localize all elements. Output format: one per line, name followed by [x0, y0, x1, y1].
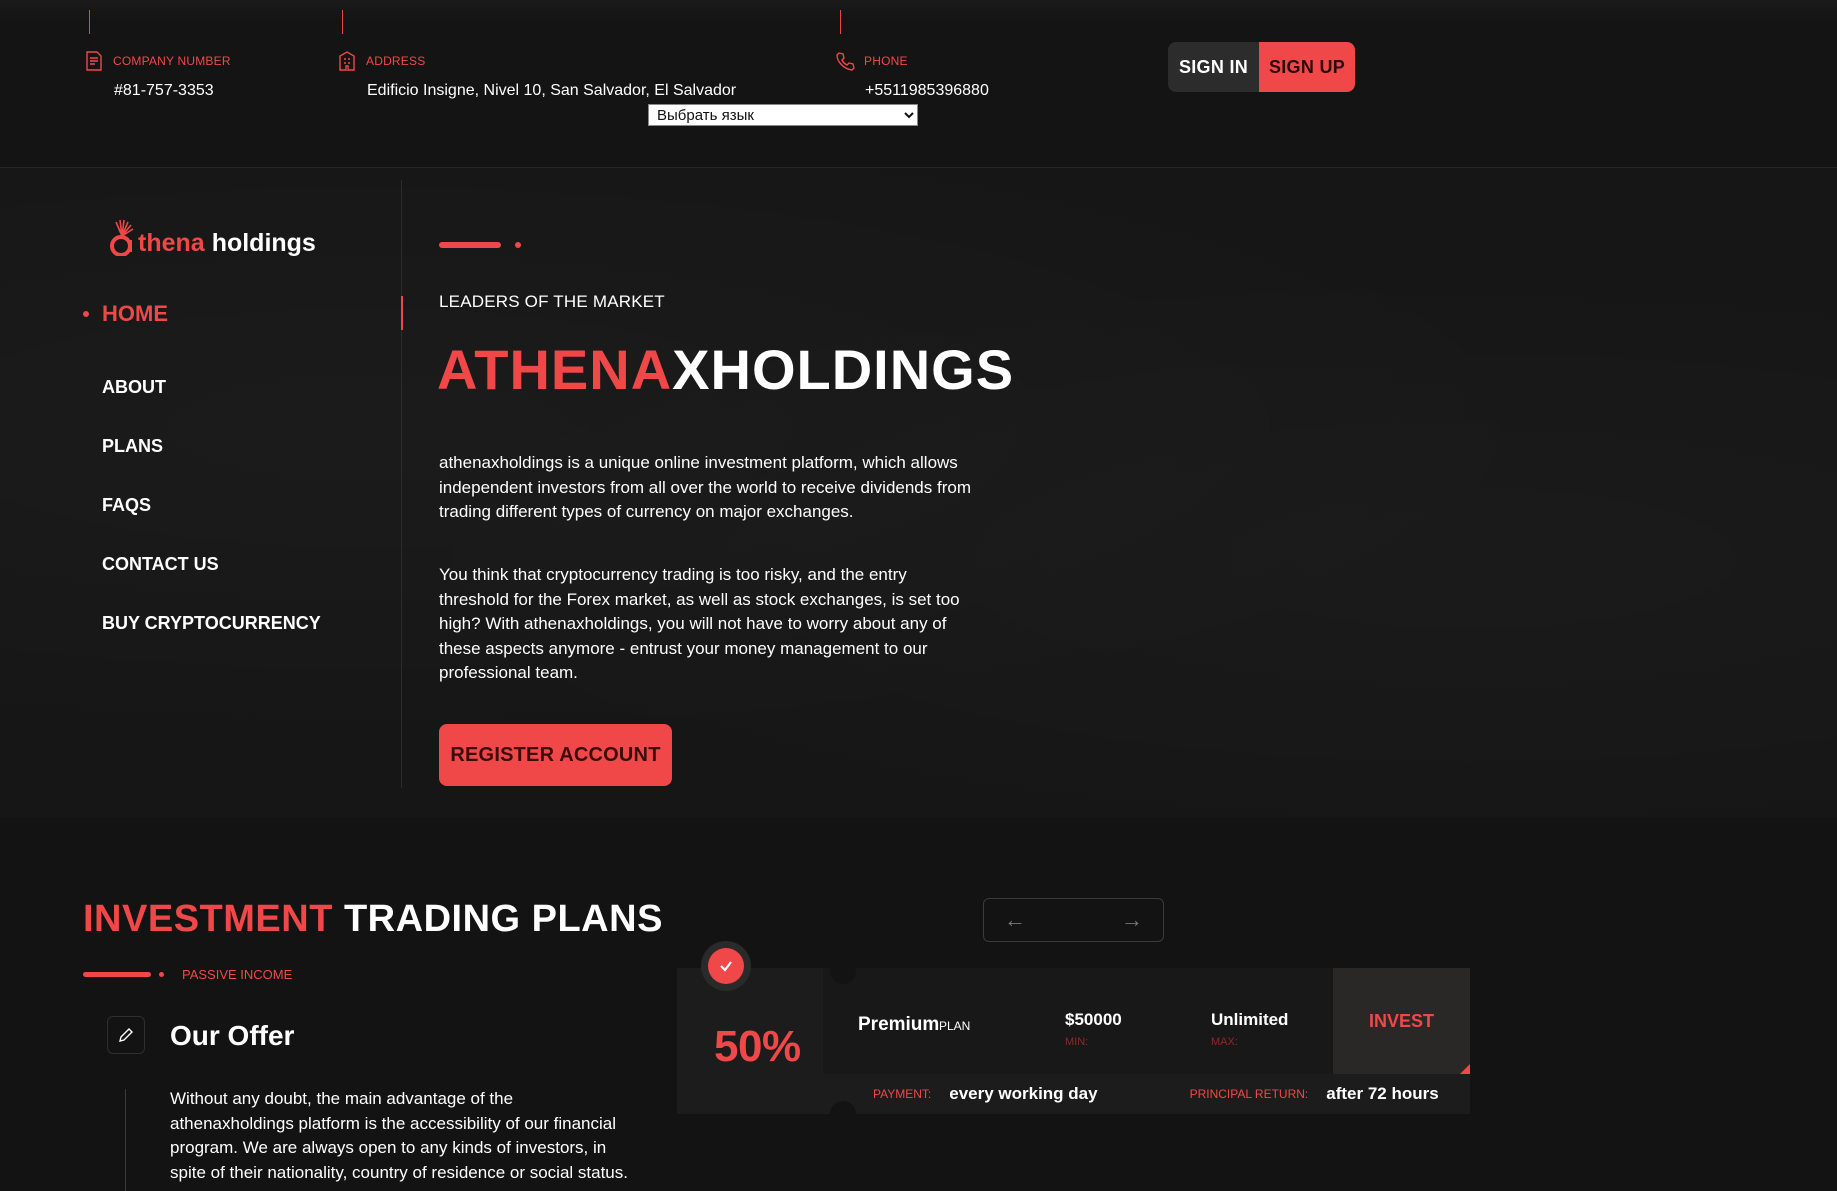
plan-details: Premium PLAN $50000 MIN: Unlimited MAX: …	[823, 968, 1470, 1074]
company-number-value: #81-757-3353	[114, 82, 214, 99]
phone-label: PHONE	[864, 54, 908, 68]
language-select[interactable]: Выбрать язык	[648, 104, 918, 126]
brand-logo[interactable]: thena holdings	[106, 216, 316, 256]
arrow-right-icon[interactable]: →	[1121, 907, 1143, 933]
plan-name: Premium	[858, 1014, 940, 1035]
passive-income-tag: PASSIVE INCOME	[83, 967, 292, 982]
plan-min-label: MIN:	[1065, 1036, 1089, 1048]
passive-income-label: PASSIVE INCOME	[182, 967, 293, 982]
plans-title: INVESTMENT TRADING PLANS	[83, 900, 663, 938]
register-account-button[interactable]: REGISTER ACCOUNT	[439, 724, 672, 786]
building-icon	[339, 51, 355, 71]
payment-label: PAYMENT:	[873, 1087, 932, 1101]
company-number-label: COMPANY NUMBER	[113, 54, 231, 68]
plan-carousel-nav: ← →	[983, 898, 1164, 942]
address-value: Edificio Insigne, Nivel 10, San Salvador…	[367, 82, 737, 99]
offer-divider	[125, 1089, 126, 1191]
sign-up-button[interactable]: SIGN UP	[1259, 42, 1355, 92]
offer-text: Without any doubt, the main advantage of…	[170, 1089, 628, 1182]
address-block: ADDRESS Edificio Insigne, Nivel 10, San …	[336, 50, 736, 100]
principal-return-value: after 72 hours	[1326, 1084, 1439, 1103]
phone-value: +5511985396880	[865, 82, 989, 99]
main-nav: HOME ABOUT PLANS FAQS CONTACT US BUY CRY…	[83, 298, 321, 653]
nav-item-home[interactable]: HOME	[83, 298, 321, 330]
nav-item-about[interactable]: ABOUT	[102, 358, 321, 417]
card-notch	[830, 958, 856, 984]
plan-footer: PAYMENT: every working day PRINCIPAL RET…	[823, 1074, 1470, 1114]
divider-tick	[342, 10, 343, 34]
plan-max-value: Unlimited	[1211, 1010, 1289, 1029]
plan-label: PLAN	[939, 1019, 971, 1033]
hero-paragraph: athenaxholdings is a unique online inves…	[439, 453, 971, 521]
nav-item-buy-crypto[interactable]: BUY CRYPTOCURRENCY	[102, 594, 321, 653]
brand-name-accent: thena	[138, 229, 205, 257]
plan-card: 50% Premium PLAN $50000 MIN: Unlimited M…	[677, 968, 1470, 1114]
plans-title-accent: INVESTMENT	[83, 898, 333, 940]
top-info-bar: COMPANY NUMBER #81-757-3353 ADDRESS Edif…	[0, 0, 1837, 168]
logo-mark-icon	[110, 219, 134, 256]
sign-in-button[interactable]: SIGN IN	[1168, 42, 1259, 92]
plans-title-rest: TRADING PLANS	[343, 898, 663, 940]
check-icon	[720, 961, 732, 972]
address-label: ADDRESS	[366, 54, 426, 68]
nav-item-faqs[interactable]: FAQS	[102, 476, 321, 535]
active-indicator	[401, 296, 403, 330]
company-number-block: COMPANY NUMBER #81-757-3353	[83, 50, 231, 100]
hero-headline: ATHENAXHOLDINGS	[437, 342, 1014, 398]
card-notch	[830, 1101, 856, 1127]
invest-button[interactable]: INVEST	[1333, 968, 1470, 1074]
nav-item-plans[interactable]: PLANS	[102, 417, 321, 476]
phone-icon	[836, 52, 855, 71]
pencil-icon	[107, 1016, 145, 1054]
plan-min-value: $50000	[1065, 1010, 1122, 1029]
document-icon	[86, 51, 102, 71]
divider-tick	[840, 10, 841, 34]
headline-rest: XHOLDINGS	[672, 338, 1015, 401]
plan-max-label: MAX:	[1211, 1036, 1238, 1048]
phone-block: PHONE +5511985396880	[834, 50, 989, 100]
hero-kicker: LEADERS OF THE MARKET	[439, 292, 665, 311]
divider-tick	[89, 10, 90, 34]
nav-item-contact[interactable]: CONTACT US	[102, 535, 321, 594]
hero-paragraph: You think that cryptocurrency trading is…	[439, 565, 960, 682]
brand-name: holdings	[211, 229, 316, 257]
selected-plan-badge	[701, 941, 751, 991]
plan-percent-box: 50%	[677, 968, 823, 1114]
plan-percent: 50%	[714, 1022, 801, 1071]
arrow-left-icon[interactable]: ←	[1004, 907, 1026, 933]
headline-accent: ATHENA	[437, 338, 673, 401]
payment-value: every working day	[949, 1084, 1098, 1103]
principal-return-label: PRINCIPAL RETURN:	[1189, 1087, 1309, 1101]
auth-buttons: SIGN IN SIGN UP	[1168, 42, 1355, 92]
offer-title: Our Offer	[170, 1020, 295, 1051]
sidebar-divider	[401, 180, 402, 788]
